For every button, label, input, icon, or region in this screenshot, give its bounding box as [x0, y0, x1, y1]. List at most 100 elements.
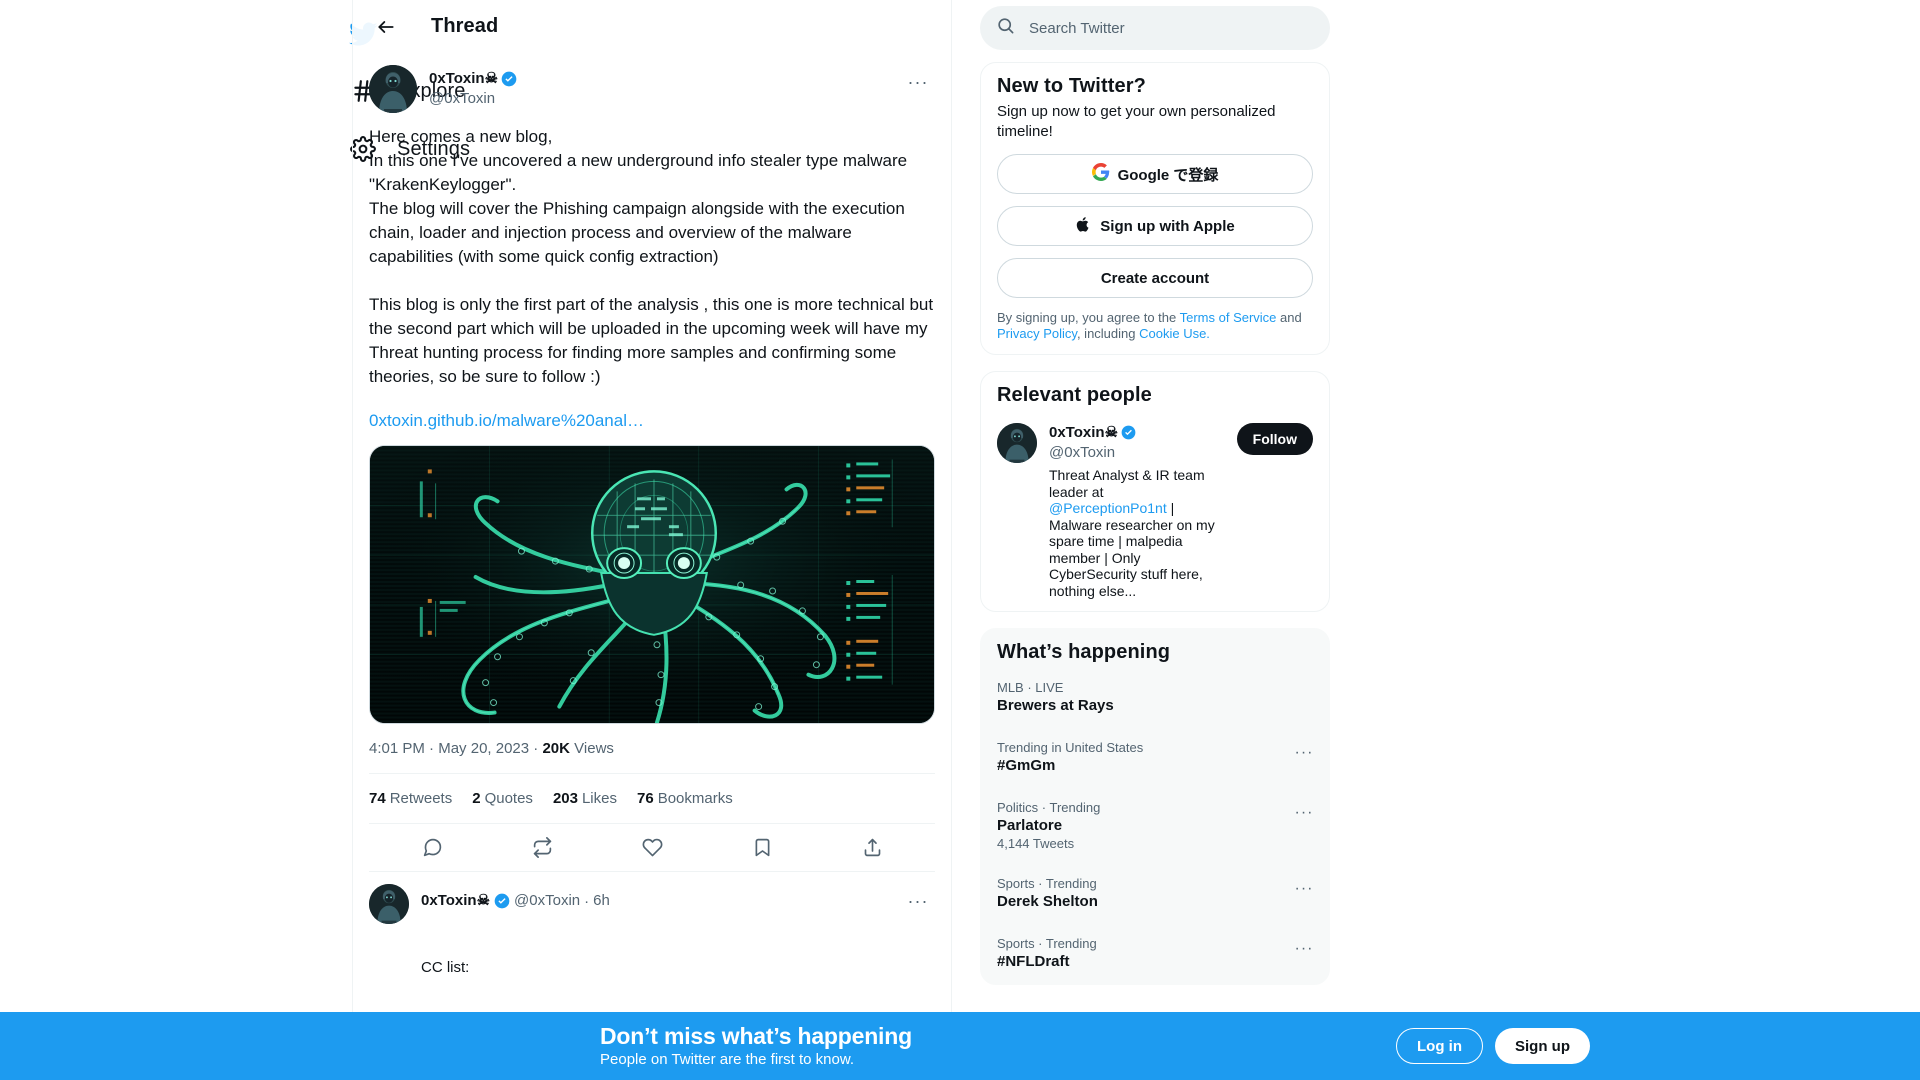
banner-title: Don’t miss what’s happening — [600, 1023, 912, 1049]
avatar-image — [997, 423, 1037, 463]
trend-more-options-icon[interactable]: ··· — [1289, 934, 1319, 964]
relevant-people-card: Relevant people 0xToxin☠ @0xToxin Threat… — [980, 371, 1330, 612]
trend-item[interactable]: Politics · Trending Parlatore 4,144 Twee… — [981, 788, 1329, 864]
signup-legal-text: By signing up, you agree to the Terms of… — [981, 310, 1329, 354]
reply-more-options-icon[interactable]: ··· — [901, 884, 935, 918]
share-icon[interactable] — [854, 830, 890, 866]
trend-name: #GmGm — [997, 757, 1056, 774]
thread-column: Thread 0xToxin☠ @0xToxin ··· Here comes … — [352, 0, 952, 1080]
whats-happening-title: What’s happening — [997, 641, 1171, 663]
apple-signup-button[interactable]: Sign up with Apple — [997, 206, 1313, 246]
search-input[interactable] — [1029, 19, 1314, 37]
person-handle: @0xToxin — [1049, 444, 1116, 461]
arrow-left-icon — [378, 20, 394, 33]
stat-quotes[interactable]: 2 Quotes — [472, 790, 533, 807]
stat-retweets[interactable]: 74 Retweets — [369, 790, 452, 807]
follow-button[interactable]: Follow — [1236, 423, 1313, 455]
tweet-author-row: 0xToxin☠ @0xToxin ··· — [369, 65, 935, 113]
avatar[interactable] — [997, 423, 1037, 463]
signup-card-title: New to Twitter? — [997, 75, 1146, 97]
trend-item[interactable]: Sports · Trending #NFLDraft ··· — [981, 924, 1329, 984]
bookmark-icon[interactable] — [744, 830, 780, 866]
reply-author-handle: @0xToxin — [514, 892, 581, 909]
trend-name: Brewers at Rays — [997, 697, 1114, 714]
trend-category: Sports · Trending — [997, 936, 1097, 951]
apple-icon — [1075, 216, 1092, 237]
stat-bookmarks[interactable]: 76 Bookmarks — [637, 790, 733, 807]
author-handle: @0xToxin — [429, 90, 496, 107]
relevant-people-title: Relevant people — [997, 384, 1152, 406]
bio-text-part1: Threat Analyst & IR team leader at — [1049, 467, 1205, 500]
trend-item[interactable]: Trending in United States #GmGm ··· — [981, 728, 1329, 788]
verified-badge-icon — [1121, 425, 1137, 441]
reply-author-row: 0xToxin☠ @0xToxin · 6h ··· — [421, 884, 935, 918]
tweet-views-label: Views — [574, 740, 614, 757]
cookie-use-link[interactable]: Cookie Use. — [1139, 326, 1210, 341]
tweet-media-image[interactable] — [369, 445, 935, 724]
google-signup-button[interactable]: Google で登録 — [997, 154, 1313, 194]
trend-item[interactable]: MLB · LIVE Brewers at Rays — [981, 668, 1329, 728]
stat-label: Quotes — [484, 790, 533, 807]
create-account-button[interactable]: Create account — [997, 258, 1313, 298]
search-icon — [996, 16, 1015, 40]
reply-intro-line: CC list: — [421, 959, 470, 976]
avatar[interactable] — [369, 65, 417, 113]
tweet-stats-row: 74 Retweets 2 Quotes 203 Likes 76 Bookmarks — [369, 774, 935, 824]
signup-button[interactable]: Sign up — [1495, 1028, 1590, 1064]
google-icon — [1091, 163, 1110, 185]
trend-category: Trending in United States — [997, 740, 1144, 755]
reply-separator: · — [584, 892, 590, 910]
stat-label: Likes — [581, 790, 617, 807]
author-identity: 0xToxin☠ @0xToxin — [429, 65, 517, 113]
search-bar[interactable] — [980, 6, 1330, 50]
tweet-more-options-icon[interactable]: ··· — [901, 65, 935, 99]
avatar[interactable] — [369, 884, 409, 924]
trend-more-options-icon[interactable]: ··· — [1289, 738, 1319, 768]
retweet-icon[interactable] — [524, 830, 560, 866]
trend-more-options-icon[interactable]: ··· — [1289, 798, 1319, 828]
bottom-signup-banner: Don’t miss what’s happening People on Tw… — [0, 1012, 1920, 1080]
author-display-name: 0xToxin☠ — [429, 70, 499, 87]
legal-including: , including — [1076, 326, 1140, 341]
privacy-policy-link[interactable]: Privacy Policy — [997, 326, 1077, 341]
tweet-link-row: 0xtoxin.github.io/malware%20anal… — [369, 409, 935, 433]
trend-more-options-icon[interactable]: ··· — [1289, 874, 1319, 904]
stat-value: 76 — [637, 790, 654, 807]
bio-mention-link[interactable]: @PerceptionPo1nt — [1049, 500, 1167, 516]
stat-value: 2 — [472, 790, 481, 807]
banner-text-block: Don’t miss what’s happening People on Tw… — [600, 1022, 912, 1070]
right-sidebar: New to Twitter? Sign up now to get your … — [952, 0, 1330, 1080]
avatar-image — [369, 884, 409, 924]
left-sidebar: Explore Settings — [0, 0, 470, 1080]
terms-of-service-link[interactable]: Terms of Service — [1180, 310, 1277, 325]
login-button[interactable]: Log in — [1396, 1028, 1483, 1064]
like-icon[interactable] — [634, 830, 670, 866]
stat-likes[interactable]: 203 Likes — [553, 790, 617, 807]
trend-category: MLB · LIVE — [997, 680, 1064, 695]
person-display-name: 0xToxin☠ — [1049, 424, 1119, 441]
trend-name: Derek Shelton — [997, 893, 1098, 910]
trend-category: Sports · Trending — [997, 876, 1097, 891]
page-title: Thread — [431, 15, 499, 37]
legal-prefix: By signing up, you agree to the — [997, 310, 1180, 325]
trend-item[interactable]: Sports · Trending Derek Shelton ··· — [981, 864, 1329, 924]
tweet-text: Here comes a new blog, In this one I've … — [369, 127, 934, 386]
relevant-person-row[interactable]: 0xToxin☠ @0xToxin Threat Analyst & IR te… — [981, 411, 1329, 611]
twitter-thread-page: Explore Settings Thread 0xToxin☠ @0xToxi… — [0, 0, 1920, 1080]
reply-icon[interactable] — [414, 830, 450, 866]
google-signup-label: Google で登録 — [1117, 166, 1219, 184]
tweet-time: 4:01 PM — [369, 740, 425, 757]
reply-time-ago: 6h — [593, 892, 610, 909]
stat-value: 74 — [369, 790, 386, 807]
back-button[interactable] — [369, 10, 403, 44]
avatar-image — [369, 65, 417, 113]
trend-name: Parlatore — [997, 817, 1063, 834]
signup-card-subtitle: Sign up now to get your own personalized… — [997, 103, 1276, 140]
trend-category: Politics · Trending — [997, 800, 1101, 815]
person-bio: Threat Analyst & IR team leader at @Perc… — [1049, 467, 1225, 599]
legal-and: and — [1276, 310, 1302, 325]
tweet-external-link[interactable]: 0xtoxin.github.io/malware%20anal… — [369, 411, 644, 430]
thread-header: Thread — [353, 0, 951, 53]
apple-signup-label: Sign up with Apple — [1100, 217, 1235, 235]
stat-label: Retweets — [389, 790, 453, 807]
